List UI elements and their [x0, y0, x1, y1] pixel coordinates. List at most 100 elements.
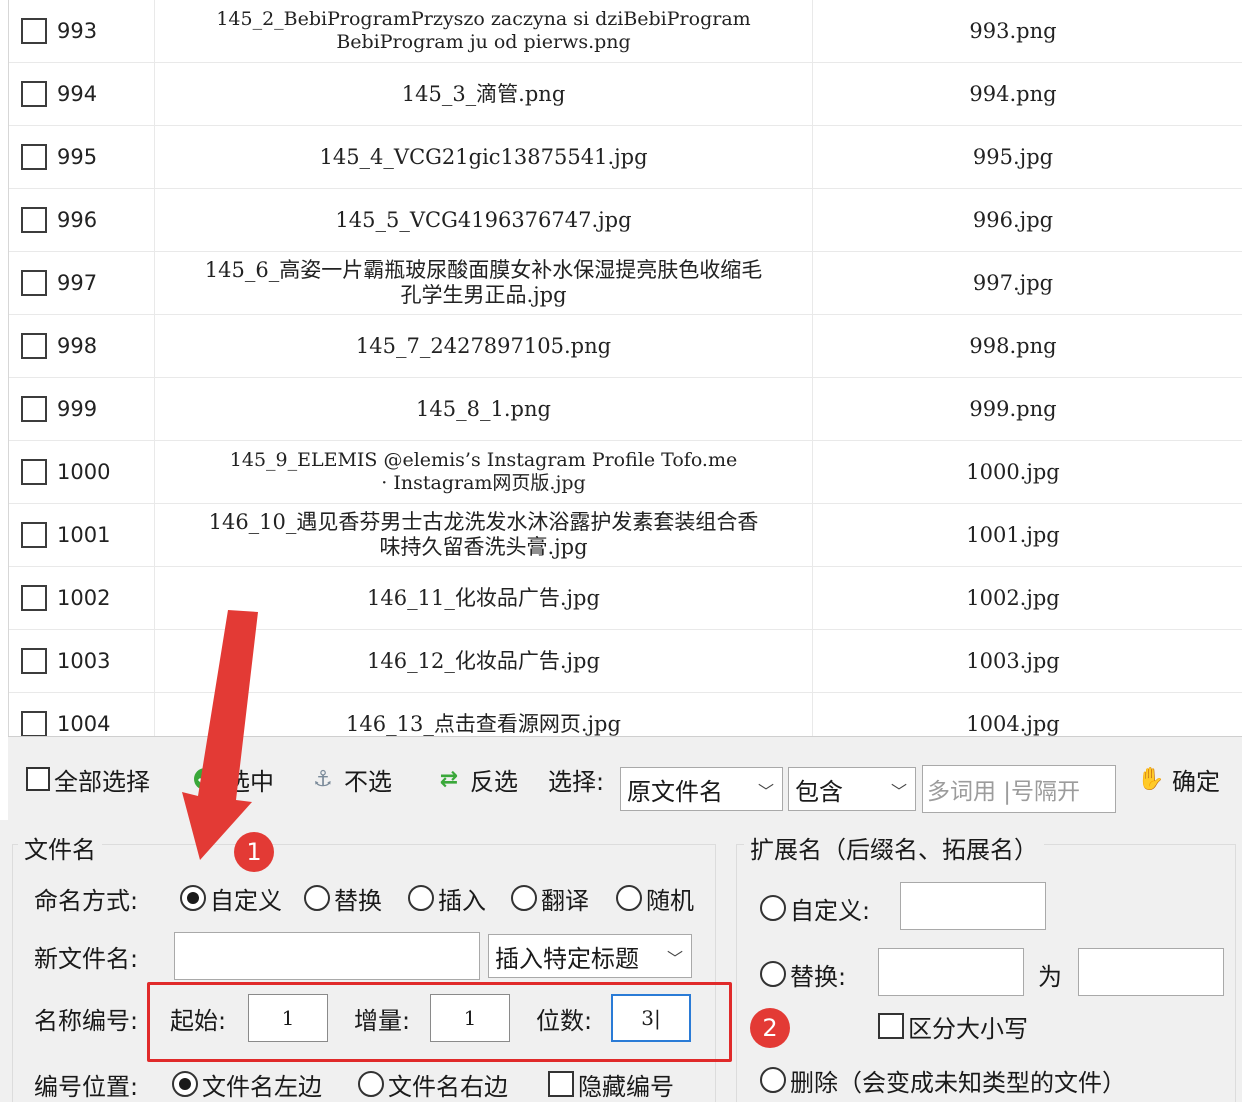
table-row[interactable]: 1002 146_11_化妆品广告.jpg 1002.jpg: [9, 567, 1242, 630]
table-row[interactable]: 1004 146_13_点击查看源网页.jpg 1004.jpg: [9, 693, 1242, 736]
checkbox-icon: [878, 1013, 904, 1039]
select-all-checkbox[interactable]: 全部选择: [26, 759, 150, 799]
row-number: 1004: [57, 712, 111, 736]
choose-label: 选择:: [548, 767, 605, 796]
table-row[interactable]: 996 145_5_VCG4196376747.jpg 996.jpg: [9, 189, 1242, 252]
mode-replace-radio[interactable]: 替换: [304, 880, 382, 916]
highlight-box: [147, 982, 732, 1062]
new-filename: 998.png: [969, 333, 1057, 358]
radio-icon: [760, 895, 786, 921]
step-badge-1: 1: [234, 832, 274, 872]
row-checkbox[interactable]: [21, 396, 47, 422]
step-badge-2: 2: [750, 1008, 790, 1048]
original-filename: 146_13_点击查看源网页.jpg: [346, 711, 621, 736]
table-row[interactable]: 997 145_6_高姿一片霸瓶玻尿酸面膜女补水保湿提亮肤色收缩毛 孔学生男正品.…: [9, 252, 1242, 315]
row-checkbox[interactable]: [21, 585, 47, 611]
original-filename: 145_7_2427897105.png: [355, 333, 612, 358]
checkbox-icon: [26, 767, 50, 791]
shuffle-icon: ⇄: [439, 766, 459, 792]
hide-number-checkbox[interactable]: 隐藏编号: [548, 1066, 674, 1102]
radio-selected-icon: [172, 1071, 198, 1097]
original-filename: 146_11_化妆品广告.jpg: [367, 585, 600, 610]
numbering-label: 名称编号:: [34, 1006, 139, 1035]
new-filename: 1001.jpg: [966, 522, 1060, 547]
new-filename-input[interactable]: [174, 932, 480, 980]
row-checkbox[interactable]: [21, 333, 47, 359]
new-filename: 995.jpg: [972, 144, 1054, 169]
row-number: 996: [57, 208, 98, 232]
mode-custom-radio[interactable]: 自定义: [180, 880, 282, 916]
new-filename: 1000.jpg: [966, 459, 1060, 484]
table-row[interactable]: 1001 146_10_遇见香芬男士古龙洗发水沐浴露护发素套装组合香 味持久留香洗…: [9, 504, 1242, 567]
chevron-down-icon: ﹀: [666, 949, 683, 968]
row-checkbox[interactable]: [21, 522, 47, 548]
original-filename: 145_2_BebiProgramPrzyszo zaczyna si dziB…: [216, 8, 751, 53]
mode-translate-radio[interactable]: 翻译: [511, 880, 589, 916]
new-filename: 994.png: [969, 81, 1057, 106]
selection-toolbar: 全部选择 选中 ⚓ 不选 ⇄ 反选 选择: 原文件名 ﹀ 包含 ﹀ 多词用 |号…: [8, 736, 1242, 820]
row-checkbox[interactable]: [21, 81, 47, 107]
row-number: 994: [57, 82, 98, 106]
table-row[interactable]: 998 145_7_2427897105.png 998.png: [9, 315, 1242, 378]
position-right-radio[interactable]: 文件名右边: [358, 1066, 508, 1102]
radio-icon: [616, 885, 642, 911]
chevron-down-icon: ﹀: [757, 782, 774, 801]
number-position-label: 编号位置:: [34, 1072, 139, 1101]
radio-icon: [358, 1071, 384, 1097]
table-row[interactable]: 994 145_3_滴管.png 994.png: [9, 63, 1242, 126]
original-filename: 145_5_VCG4196376747.jpg: [335, 207, 632, 232]
radio-icon: [408, 885, 434, 911]
row-number: 1001: [57, 523, 111, 547]
original-filename: 145_8_1.png: [416, 396, 551, 421]
table-row[interactable]: 995 145_4_VCG21gic13875541.jpg 995.jpg: [9, 126, 1242, 189]
position-left-radio[interactable]: 文件名左边: [172, 1066, 322, 1102]
keyword-input[interactable]: 多词用 |号隔开: [922, 765, 1116, 813]
row-number: 999: [57, 397, 98, 421]
ext-replace-radio[interactable]: 替换:: [760, 956, 846, 992]
select-button[interactable]: 选中: [190, 759, 274, 799]
row-checkbox[interactable]: [21, 459, 47, 485]
row-checkbox[interactable]: [21, 18, 47, 44]
confirm-button[interactable]: ✋ 确定: [1136, 759, 1220, 799]
row-number: 998: [57, 334, 98, 358]
chevron-down-icon: ﹀: [890, 782, 907, 801]
case-sensitive-checkbox[interactable]: 区分大小写: [878, 1008, 1028, 1044]
row-checkbox[interactable]: [21, 207, 47, 233]
ext-replace-to-input[interactable]: [1078, 948, 1224, 996]
invert-selection-button[interactable]: ⇄ 反选: [434, 759, 518, 799]
check-circle-icon: [190, 764, 220, 794]
new-filename: 1004.jpg: [966, 711, 1060, 736]
original-filename: 146_12_化妆品广告.jpg: [367, 648, 600, 673]
radio-icon: [760, 961, 786, 987]
ext-replace-from-input[interactable]: [878, 948, 1024, 996]
row-checkbox[interactable]: [21, 144, 47, 170]
ext-custom-radio[interactable]: 自定义:: [760, 890, 870, 926]
table-row[interactable]: 999 145_8_1.png 999.png: [9, 378, 1242, 441]
row-checkbox[interactable]: [21, 270, 47, 296]
row-checkbox[interactable]: [21, 648, 47, 674]
row-number: 997: [57, 271, 98, 295]
radio-icon: [511, 885, 537, 911]
hand-icon: ✋: [1137, 766, 1165, 792]
original-filename: 145_4_VCG21gic13875541.jpg: [319, 144, 648, 169]
radio-selected-icon: [180, 885, 206, 911]
row-number: 995: [57, 145, 98, 169]
table-row[interactable]: 993 145_2_BebiProgramPrzyszo zaczyna si …: [9, 0, 1242, 63]
checkbox-icon: [548, 1071, 574, 1097]
field-dropdown[interactable]: 原文件名 ﹀: [620, 767, 783, 811]
original-filename: 145_3_滴管.png: [401, 81, 566, 106]
table-row[interactable]: 1003 146_12_化妆品广告.jpg 1003.jpg: [9, 630, 1242, 693]
ext-delete-radio[interactable]: 删除（会变成未知类型的文件）: [760, 1062, 1126, 1098]
deselect-button[interactable]: ⚓ 不选: [308, 759, 392, 799]
row-checkbox[interactable]: [21, 711, 47, 736]
table-row[interactable]: 1000 145_9_ELEMIS @elemis’s Instagram Pr…: [9, 441, 1242, 504]
original-filename: 145_9_ELEMIS @elemis’s Instagram Profile…: [229, 449, 738, 494]
match-dropdown[interactable]: 包含 ﹀: [788, 767, 916, 811]
mode-insert-radio[interactable]: 插入: [408, 880, 486, 916]
original-filename: 145_6_高姿一片霸瓶玻尿酸面膜女补水保湿提亮肤色收缩毛 孔学生男正品.jpg: [204, 258, 763, 307]
mode-random-radio[interactable]: 随机: [616, 880, 694, 916]
insert-title-dropdown[interactable]: 插入特定标题 ﹀: [488, 934, 692, 978]
new-filename-label: 新文件名:: [34, 944, 139, 973]
naming-mode-label: 命名方式:: [34, 886, 139, 915]
ext-custom-input[interactable]: [900, 882, 1046, 930]
